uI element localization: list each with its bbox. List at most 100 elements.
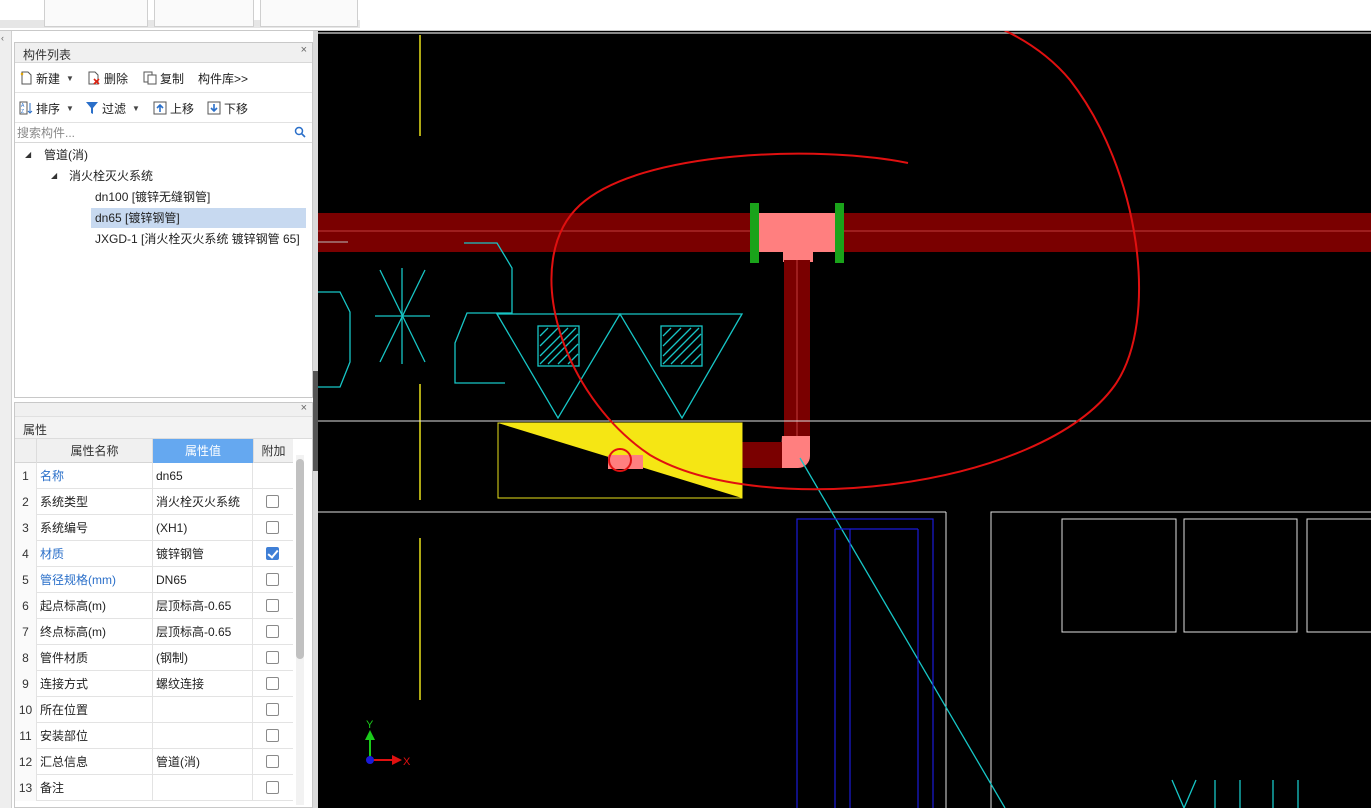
col-value-header[interactable]: 属性值: [153, 439, 253, 463]
window-box: [1306, 518, 1371, 633]
property-value[interactable]: 镀锌钢管: [153, 541, 253, 567]
collapse-icon[interactable]: ‹: [1, 33, 4, 43]
expand-triangle-icon[interactable]: ◢: [51, 166, 57, 186]
flange-left[interactable]: [750, 203, 759, 263]
copy-button[interactable]: 复制: [143, 69, 184, 87]
drawing-canvas[interactable]: Y X: [318, 31, 1371, 808]
property-value[interactable]: DN65: [153, 567, 253, 593]
property-value[interactable]: (XH1): [153, 515, 253, 541]
property-value[interactable]: (钢制): [153, 645, 253, 671]
property-row[interactable]: 4 材质 镀锌钢管: [15, 541, 293, 567]
property-value[interactable]: 消火栓灭火系统: [153, 489, 253, 515]
tree-item-label: JXGD-1 [消火栓灭火系统 镀锌钢管 65]: [95, 232, 300, 246]
component-list-panel: 构件列表 × 新建 ▼ 删除 复制 构件库>> A Z 排序 ▼ 过滤 ▼ 上移…: [14, 42, 313, 398]
property-row[interactable]: 13 备注: [15, 775, 293, 801]
close-icon[interactable]: ×: [301, 402, 307, 414]
property-row[interactable]: 10 所在位置: [15, 697, 293, 723]
property-value[interactable]: 层顶标高-0.65: [153, 593, 253, 619]
search-icon[interactable]: [294, 126, 306, 138]
short-pipe[interactable]: [742, 442, 782, 468]
property-name: 所在位置: [37, 697, 153, 723]
tree-node-system[interactable]: ◢ 消火栓灭火系统: [49, 166, 308, 186]
checkbox[interactable]: [266, 625, 279, 638]
checkbox[interactable]: [266, 703, 279, 716]
svg-text:Z: Z: [21, 109, 24, 115]
property-value[interactable]: [153, 697, 253, 723]
tree-item-jxgd-1[interactable]: JXGD-1 [消火栓灭火系统 镀锌钢管 65]: [91, 229, 306, 249]
checkbox[interactable]: [266, 521, 279, 534]
property-row[interactable]: 3 系统编号 (XH1): [15, 515, 293, 541]
property-row[interactable]: 6 起点标高(m) 层顶标高-0.65: [15, 593, 293, 619]
property-row[interactable]: 5 管径规格(mm) DN65: [15, 567, 293, 593]
move-up-button[interactable]: 上移: [153, 99, 194, 117]
property-value[interactable]: [153, 775, 253, 801]
property-extra: [253, 515, 293, 541]
property-row-number: 12: [15, 749, 37, 775]
move-down-button[interactable]: 下移: [207, 99, 248, 117]
property-row[interactable]: 11 安装部位: [15, 723, 293, 749]
checkbox[interactable]: [266, 677, 279, 690]
filter-button[interactable]: 过滤 ▼: [85, 99, 140, 117]
elbow-fitting[interactable]: [780, 436, 810, 468]
library-button[interactable]: 构件库>>: [198, 69, 248, 87]
expand-triangle-icon[interactable]: ◢: [25, 145, 31, 165]
tree-item-dn65[interactable]: dn65 [镀锌钢管]: [91, 208, 306, 228]
property-row[interactable]: 7 终点标高(m) 层顶标高-0.65: [15, 619, 293, 645]
connection-stub: [608, 455, 643, 469]
new-button[interactable]: 新建 ▼: [19, 69, 74, 87]
search-input[interactable]: [17, 124, 292, 141]
sort-button[interactable]: AZ 排序 ▼: [19, 99, 74, 117]
top-tab-2[interactable]: [154, 0, 254, 27]
filter-label: 过滤: [102, 101, 127, 116]
property-name: 终点标高(m): [37, 619, 153, 645]
property-row[interactable]: 1 名称 dn65: [15, 463, 293, 489]
checkbox[interactable]: [266, 729, 279, 742]
arrow-up-icon: [153, 101, 167, 115]
chevron-down-icon[interactable]: ▼: [66, 104, 74, 113]
property-extra: [253, 541, 293, 567]
top-tab-3[interactable]: [260, 0, 358, 27]
col-extra-header[interactable]: 附加: [253, 439, 293, 463]
property-row-number: 10: [15, 697, 37, 723]
tee-fitting[interactable]: [758, 213, 836, 252]
checkbox[interactable]: [266, 573, 279, 586]
tree-item-dn100[interactable]: dn100 [镀锌无缝钢管]: [91, 187, 306, 207]
properties-topbar: ×: [15, 402, 312, 417]
checkbox[interactable]: [266, 599, 279, 612]
property-row-number: 8: [15, 645, 37, 671]
arrow-down-icon: [207, 101, 221, 115]
cad-drawing[interactable]: Y X: [318, 31, 1371, 808]
property-value[interactable]: dn65: [153, 463, 253, 489]
delete-button[interactable]: 删除: [87, 69, 128, 87]
flange-right[interactable]: [835, 203, 844, 263]
chevron-down-icon[interactable]: ▼: [132, 104, 140, 113]
property-extra: [253, 463, 293, 489]
main-pipe[interactable]: [318, 213, 1371, 252]
checkbox[interactable]: [266, 651, 279, 664]
property-value[interactable]: 管道(消): [153, 749, 253, 775]
property-row[interactable]: 2 系统类型 消火栓灭火系统: [15, 489, 293, 515]
property-extra: [253, 775, 293, 801]
property-value[interactable]: 层顶标高-0.65: [153, 619, 253, 645]
col-name-header[interactable]: 属性名称: [37, 439, 153, 463]
property-value[interactable]: 螺纹连接: [153, 671, 253, 697]
properties-table-header: 属性名称 属性值 附加: [15, 439, 293, 463]
close-icon[interactable]: ×: [301, 44, 307, 56]
scrollbar-thumb[interactable]: [296, 459, 304, 659]
axis-x-label: X: [403, 756, 411, 768]
checkbox[interactable]: [266, 755, 279, 768]
property-row[interactable]: 12 汇总信息 管道(消): [15, 749, 293, 775]
property-row[interactable]: 8 管件材质 (钢制): [15, 645, 293, 671]
window-box: [1061, 518, 1177, 633]
properties-scrollbar[interactable]: [296, 455, 304, 805]
property-value[interactable]: [153, 723, 253, 749]
property-row[interactable]: 9 连接方式 螺纹连接: [15, 671, 293, 697]
top-tab-1[interactable]: [44, 0, 148, 27]
tree-node-root[interactable]: ◢ 管道(消): [23, 145, 308, 165]
checkbox[interactable]: [266, 781, 279, 794]
property-extra: [253, 645, 293, 671]
tree-item-label: dn65 [镀锌钢管]: [95, 211, 180, 225]
checkbox-checked[interactable]: [266, 547, 279, 560]
checkbox[interactable]: [266, 495, 279, 508]
chevron-down-icon[interactable]: ▼: [66, 74, 74, 83]
